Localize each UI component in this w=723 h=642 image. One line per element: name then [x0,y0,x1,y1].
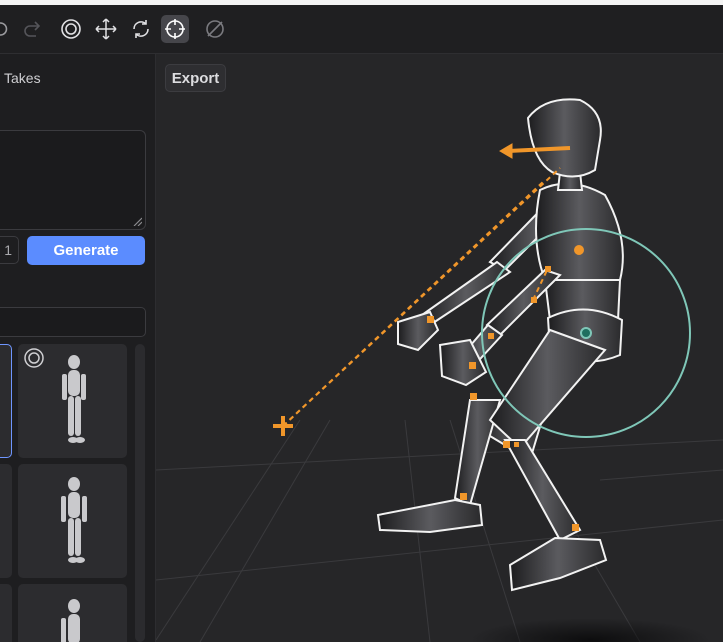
front-wrist-handle [469,362,476,369]
mannequin-thumbnail-icon [61,477,87,563]
ankle-front-handle [572,524,579,531]
rotate-icon[interactable] [127,15,155,43]
take-thumbnail[interactable] [0,344,12,458]
disable-icon[interactable] [201,15,229,43]
mannequin[interactable] [376,98,624,592]
ground-shadow [470,618,710,642]
hip-handle [514,442,519,447]
elbow-handle [488,333,494,339]
upper-arm-handle [545,266,551,272]
target-icon [24,348,44,368]
target-icon[interactable] [57,15,85,43]
back-wrist-handle [427,316,434,323]
mannequin-back-foot [376,498,484,534]
toolbar [0,5,723,54]
shoulder-handle [531,297,537,303]
chest-joint-handle [574,245,584,255]
take-thumbnail[interactable] [0,584,12,642]
scrollbar[interactable] [135,344,145,642]
knee-back-handle [470,393,477,400]
mannequin-head [526,98,602,178]
export-button[interactable]: Export [165,64,226,92]
redo-icon-partial[interactable] [0,15,16,43]
redo-icon[interactable] [18,15,46,43]
tab-takes[interactable]: Takes [4,70,41,86]
move-icon[interactable] [92,15,120,43]
mannequin-front-foot [508,536,608,592]
left-panel: Takes 1 Generate [0,54,156,642]
take-thumbnail[interactable] [18,584,127,642]
ankle-back-handle [460,493,467,500]
take-thumbnail[interactable] [18,464,127,578]
3d-viewport[interactable]: Export [156,54,723,642]
take-count-input[interactable]: 1 [0,236,19,264]
pelvis-handle[interactable] [580,327,592,339]
mannequin-thumbnail-icon [62,355,86,443]
resize-handle-icon[interactable] [132,216,142,226]
mannequin-thumbnail-icon [61,599,80,642]
take-thumbnail[interactable] [18,344,127,458]
search-input[interactable] [0,307,146,337]
knee-front-handle [503,441,510,448]
take-thumbnail[interactable] [0,464,12,578]
generate-button[interactable]: Generate [27,236,145,265]
prompt-textarea[interactable] [0,130,146,230]
mannequin-front-shin [503,439,582,542]
crosshair-icon[interactable] [161,15,189,43]
